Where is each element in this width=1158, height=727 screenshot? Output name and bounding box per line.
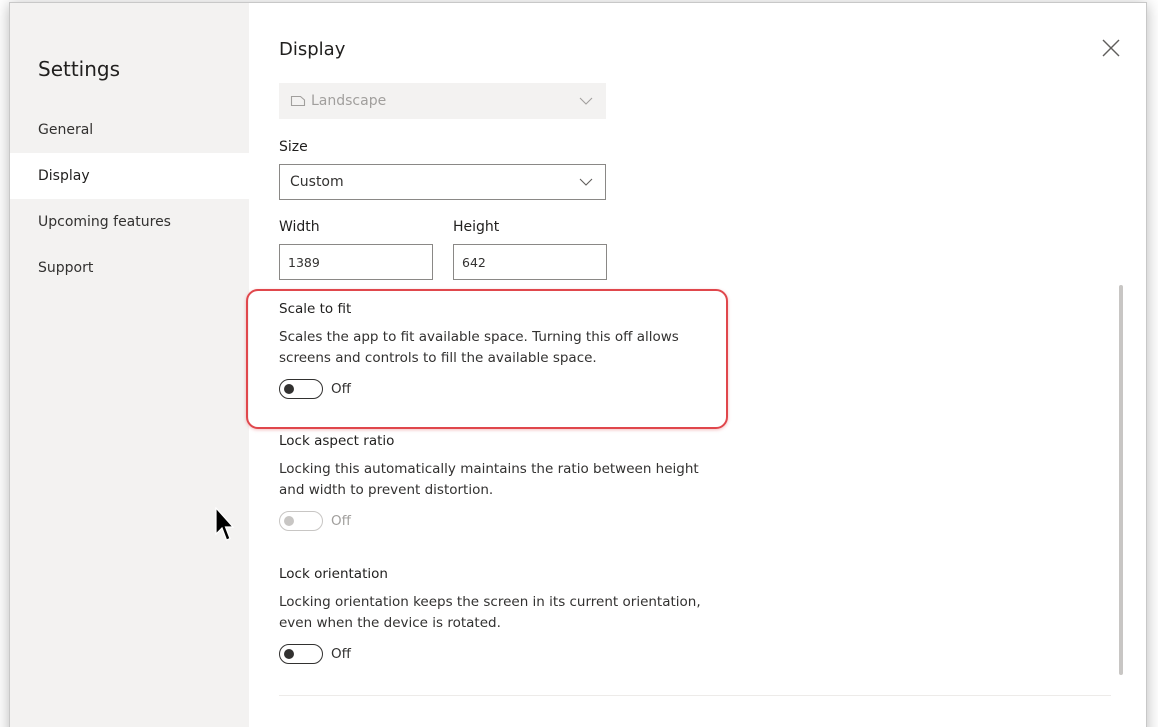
orientation-value: Landscape (290, 93, 386, 109)
page-title: Display (279, 39, 346, 60)
toggle-state-label: Off (331, 381, 351, 397)
setting-title: Lock orientation (279, 566, 388, 582)
sidebar-item-support[interactable]: Support (10, 245, 249, 291)
toggle-row: Off (279, 511, 729, 531)
divider (279, 695, 1111, 696)
size-dropdown[interactable]: Custom (279, 164, 606, 200)
toggle-knob (284, 384, 294, 394)
size-label: Size (279, 139, 308, 155)
sidebar-item-general[interactable]: General (10, 107, 249, 153)
toggle-state-label: Off (331, 513, 351, 529)
lock-aspect-ratio-toggle[interactable] (279, 511, 323, 531)
height-input[interactable] (453, 244, 607, 280)
scale-to-fit-toggle[interactable] (279, 379, 323, 399)
sidebar-item-label: Upcoming features (38, 214, 171, 230)
orientation-dropdown[interactable]: Landscape (279, 83, 606, 119)
page-landscape-icon (290, 95, 306, 107)
setting-title: Scale to fit (279, 301, 352, 317)
toggle-knob (284, 649, 294, 659)
width-label: Width (279, 219, 320, 235)
display-settings-panel: Display Landscape Size Custom Width 1389… (246, 3, 1146, 727)
sidebar-item-upcoming-features[interactable]: Upcoming features (10, 199, 249, 245)
toggle-row: Off (279, 379, 729, 399)
lock-orientation-toggle[interactable] (279, 644, 323, 664)
chevron-down-icon (579, 97, 593, 105)
page: Settings General Display Upcoming featur… (0, 0, 1158, 727)
scale-to-fit-setting: Scale to fit Scales the app to fit avail… (279, 301, 729, 399)
toggle-state-label: Off (331, 646, 351, 662)
scrollbar[interactable] (1119, 285, 1123, 675)
settings-dialog: Settings General Display Upcoming featur… (9, 2, 1147, 727)
mouse-pointer-icon (215, 507, 235, 541)
setting-description: Locking orientation keeps the screen in … (279, 594, 701, 631)
sidebar-item-label: Support (38, 260, 94, 276)
setting-title: Lock aspect ratio (279, 433, 395, 449)
width-input[interactable] (279, 244, 433, 280)
sidebar: Settings General Display Upcoming featur… (10, 3, 249, 727)
sidebar-item-label: Display (38, 168, 90, 184)
sidebar-title: Settings (38, 57, 121, 81)
sidebar-item-display[interactable]: Display (10, 153, 249, 199)
chevron-down-icon (579, 178, 593, 186)
setting-description: Scales the app to fit available space. T… (279, 329, 679, 366)
height-label: Height (453, 219, 500, 235)
toggle-knob (284, 516, 294, 526)
size-value: Custom (290, 174, 344, 190)
toggle-row: Off (279, 644, 729, 664)
sidebar-item-label: General (38, 122, 94, 138)
setting-description: Locking this automatically maintains the… (279, 461, 699, 498)
lock-aspect-ratio-setting: Lock aspect ratio Locking this automatic… (279, 433, 729, 531)
orientation-label: Landscape (311, 93, 387, 109)
lock-orientation-setting: Lock orientation Locking orientation kee… (279, 566, 729, 664)
